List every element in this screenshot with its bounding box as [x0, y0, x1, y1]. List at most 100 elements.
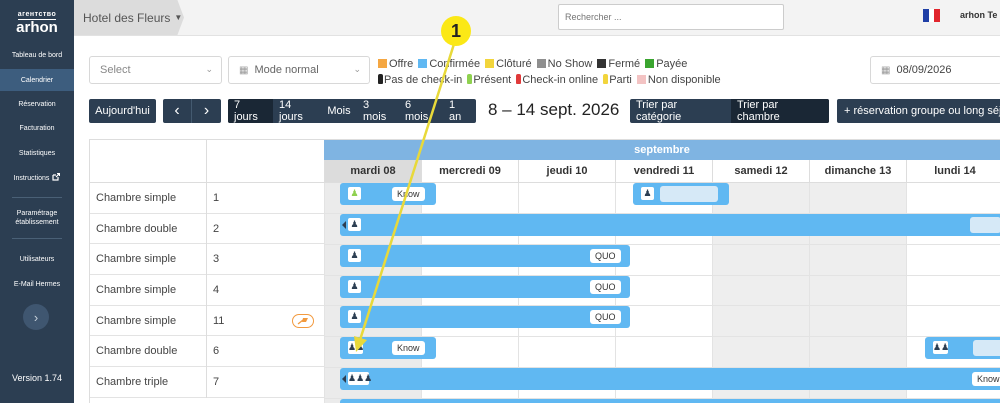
sidebar-item-statistiques[interactable]: Statistiques — [0, 144, 74, 162]
sidebar-divider — [12, 238, 62, 239]
room-number: 1 — [213, 191, 220, 204]
room-type-cell: Chambre double — [90, 336, 206, 368]
hotel-selector[interactable]: Hotel des Fleurs ▼ — [74, 0, 184, 35]
legend-item-parti: Parti — [603, 74, 632, 86]
legend-item-cloture: Clôturé — [485, 58, 532, 70]
guest-tag: QUO — [590, 310, 621, 324]
range-6-mois[interactable]: 6 mois — [399, 99, 443, 123]
sort-by-category-button[interactable]: Trier par catégorie — [630, 99, 731, 123]
reservation-bar[interactable]: ♟ QUO — [340, 306, 630, 328]
room-type-cell: Chambre simple — [90, 275, 206, 306]
legend-label: Clôturé — [496, 58, 532, 70]
guest-tag-redacted — [660, 186, 718, 202]
room-type-cell: Chambre simple — [90, 244, 206, 276]
sidebar-item-reservation[interactable]: Réservation — [0, 95, 74, 113]
reservation-bar[interactable]: ♟♟ Know — [340, 337, 436, 359]
room-type-cell: Chambre simple — [90, 306, 206, 337]
filter-select[interactable]: Select ⌄ — [89, 56, 222, 84]
range-selector: 7 jours 14 jours Mois 3 mois 6 mois 1 an — [228, 99, 476, 123]
legend-swatch — [636, 75, 646, 84]
day-header: lundi 14 — [906, 160, 1000, 183]
room-number: 11 — [213, 314, 225, 327]
top-bar: Hotel des Fleurs ▼ arhon Te — [74, 0, 1000, 36]
two-persons-icon: ♟♟ — [348, 341, 365, 354]
room-number-cell: 6 — [207, 336, 324, 368]
day-header: mercredi 09 — [421, 160, 518, 183]
sidebar-item-calendrier[interactable]: Calendrier — [0, 69, 74, 91]
reservation-bar[interactable]: ♟ Know — [340, 183, 436, 205]
annotation-badge: 1 — [441, 16, 471, 46]
legend-label: Présent — [473, 74, 512, 86]
room-number: 3 — [213, 253, 220, 266]
reservation-bar[interactable]: ♟ QUO — [340, 245, 630, 267]
external-link-icon — [52, 172, 61, 183]
today-button[interactable]: Aujourd'hui — [89, 99, 156, 123]
sidebar-item-email-hermes[interactable]: E-Mail Hermes — [0, 275, 74, 293]
sidebar-item-parametrage[interactable]: Paramétrage établissement — [6, 205, 68, 231]
sidebar-item-label: Paramétrage établissement — [15, 210, 59, 226]
date-picker-value: 08/09/2026 — [896, 64, 952, 76]
room-number: 2 — [213, 222, 220, 235]
range-14-jours[interactable]: 14 jours — [273, 99, 321, 123]
prev-button[interactable]: ‹ — [163, 99, 192, 123]
continues-left-icon — [342, 375, 346, 383]
day-header: vendredi 11 — [615, 160, 712, 183]
range-7-jours[interactable]: 7 jours — [228, 99, 273, 123]
room-type-cell: Chambre double — [90, 214, 206, 245]
caret-down-icon: ▼ — [174, 13, 183, 22]
legend-swatch — [378, 59, 387, 68]
sidebar-item-label: Utilisateurs — [19, 255, 55, 263]
room-number-cell: 7 — [207, 367, 324, 398]
broom-icon[interactable] — [292, 313, 314, 328]
reservation-bar[interactable]: ♟♟♟ Know — [340, 368, 1000, 390]
next-button[interactable]: › — [192, 99, 221, 123]
reservation-bar[interactable]: ♟♟ — [925, 337, 1000, 359]
legend-swatch — [597, 59, 607, 68]
reservation-bar[interactable]: ♟ QUO — [340, 276, 630, 298]
sort-by-room-button[interactable]: Trier par chambre — [731, 99, 829, 123]
reservation-bar[interactable] — [340, 399, 1000, 403]
guest-tag: QUO — [590, 249, 621, 263]
date-picker[interactable]: ▦ 08/09/2026 — [870, 56, 1000, 84]
logo[interactable]: агентство arhon — [0, 0, 74, 40]
legend-row-status: Offre Confirmée Clôturé No Show Fermé Pa… — [378, 56, 708, 72]
prev-next-group: ‹ › — [163, 99, 221, 123]
sidebar-item-instructions[interactable]: Instructions — [0, 169, 74, 187]
sidebar-item-label: Tableau de bord — [11, 51, 63, 59]
guest-tag: Know — [392, 341, 425, 355]
sidebar-item-tableau-de-bord[interactable]: Tableau de bord — [0, 45, 74, 65]
calendar-icon: ▦ — [239, 64, 249, 76]
sidebar-item-utilisateurs[interactable]: Utilisateurs — [0, 250, 74, 268]
add-group-reservation-button[interactable]: + réservation groupe ou long séjo — [837, 99, 1000, 123]
legend-item-non-disponible: Non disponible — [636, 74, 721, 86]
legend-label: Confirmée — [429, 58, 481, 70]
person-icon — [603, 74, 609, 84]
range-3-mois[interactable]: 3 mois — [357, 99, 399, 123]
reservation-bar[interactable]: ♟ — [633, 183, 729, 205]
reservation-bar[interactable]: ♟ — [340, 214, 1000, 236]
guest-tag: Know — [392, 187, 425, 201]
mode-select[interactable]: ▦ Mode normal ⌄ — [228, 56, 370, 84]
search-input[interactable] — [558, 4, 784, 30]
person-icon — [378, 74, 383, 84]
room-number-column: 1 2 3 4 11 6 7 — [206, 140, 324, 398]
legend-label: Offre — [389, 58, 414, 70]
user-name[interactable]: arhon Te — [960, 10, 997, 20]
sidebar-item-facturation[interactable]: Facturation — [0, 119, 74, 137]
day-header: dimanche 13 — [809, 160, 906, 183]
legend-item-present: Présent — [467, 74, 511, 86]
range-1-an[interactable]: 1 an — [443, 99, 476, 123]
legend-label: Pas de check-in — [384, 74, 463, 86]
chevron-left-icon: ‹ — [174, 102, 180, 119]
status-legend: Offre Confirmée Clôturé No Show Fermé Pa… — [378, 56, 721, 88]
sidebar-toggle-button[interactable]: › — [23, 304, 49, 330]
french-flag-icon[interactable] — [923, 9, 941, 22]
person-icon — [516, 74, 522, 84]
range-mois[interactable]: Mois — [321, 99, 357, 123]
legend-label: Non disponible — [647, 74, 721, 86]
hotel-name: Hotel des Fleurs — [83, 10, 171, 25]
date-range-title: 8 – 14 sept. 2026 — [488, 100, 620, 119]
room-number: 7 — [213, 375, 220, 388]
calendar-grid: Chambre simple Chambre double Chambre si… — [89, 139, 1000, 403]
filter-select-placeholder: Select — [100, 64, 131, 76]
